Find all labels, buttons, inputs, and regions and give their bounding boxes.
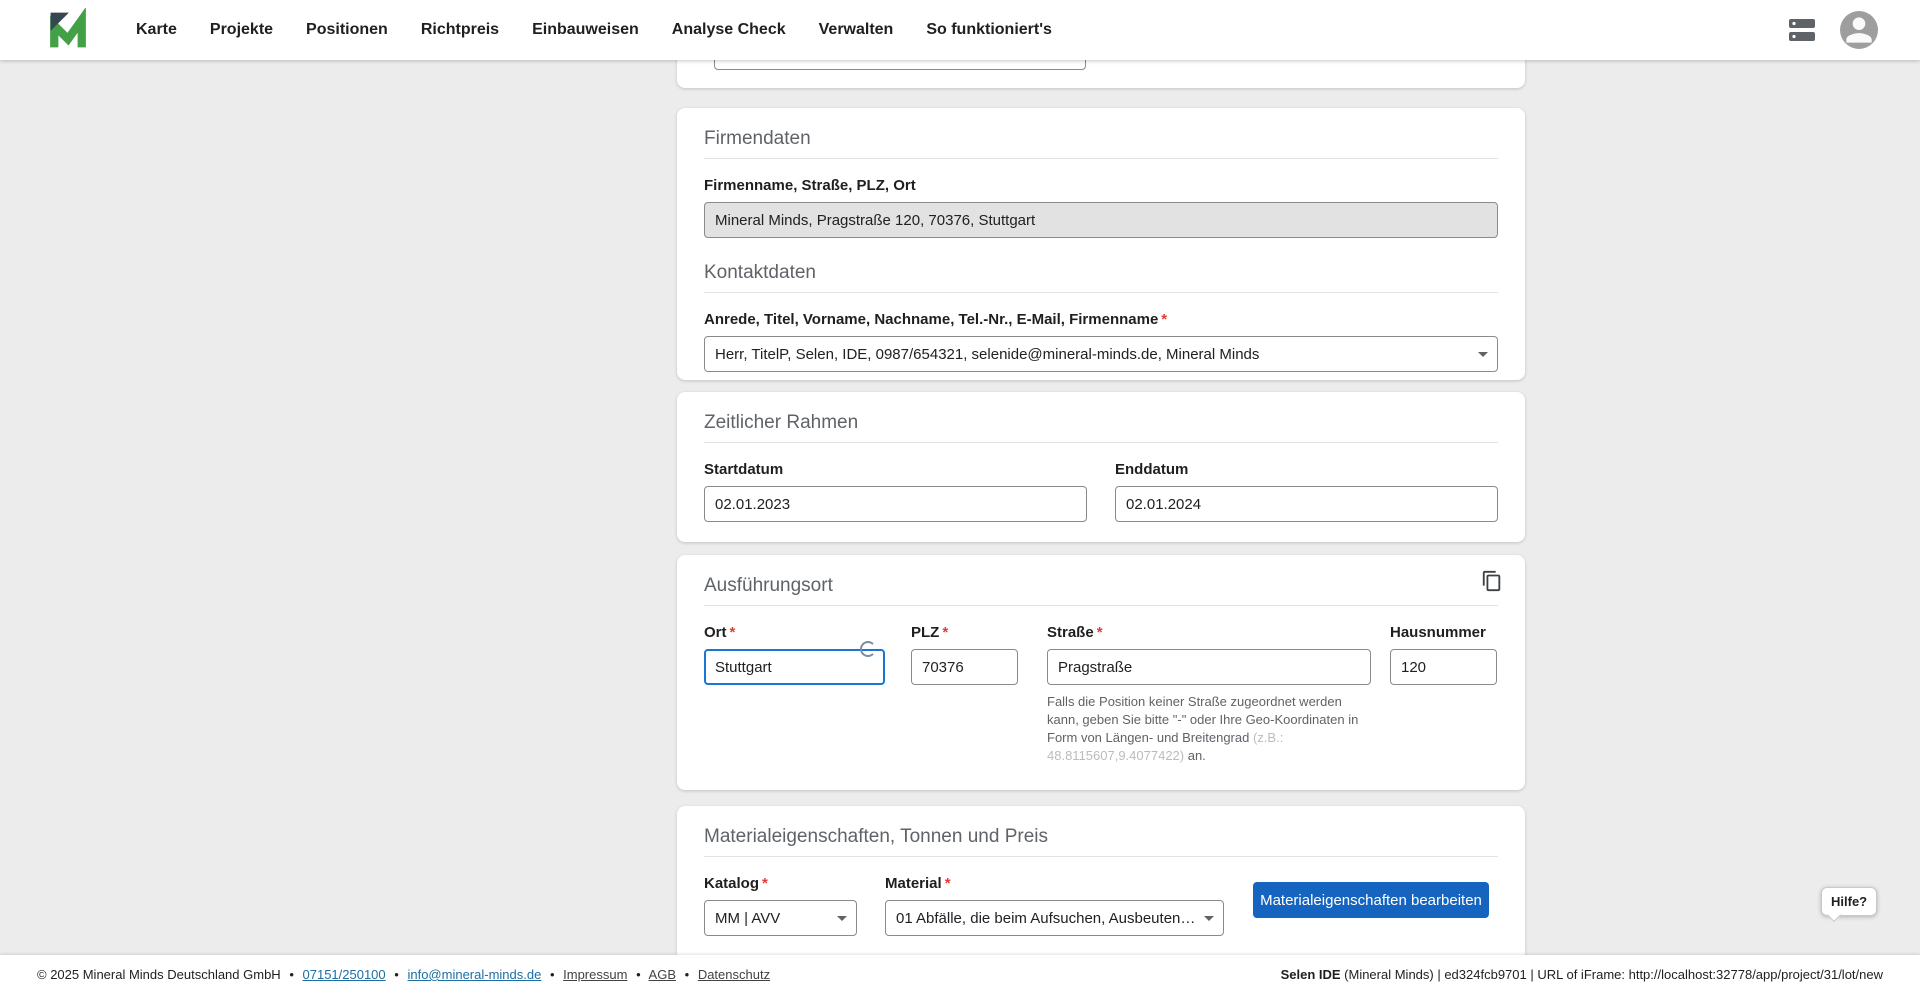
footer-debug-text: (Mineral Minds) | ed324fcb9701 | URL of … (1340, 967, 1883, 982)
startdatum-label: Startdatum (704, 461, 784, 478)
nav-item-analyse-check[interactable]: Analyse Check (672, 21, 786, 39)
ausfuehrungsort-title: Ausführungsort (704, 575, 833, 596)
material-select-value: 01 Abfälle, die beim Aufsuchen, Ausbeute… (896, 909, 1197, 927)
required-asterisk: * (942, 624, 949, 641)
copy-icon[interactable] (1479, 568, 1505, 594)
nav-item-verwalten[interactable]: Verwalten (819, 21, 894, 39)
kontaktdaten-title: Kontaktdaten (704, 262, 816, 283)
nav-right-icons (1788, 11, 1878, 49)
footer-agb-link[interactable]: AGB (649, 967, 676, 982)
user-avatar-icon[interactable] (1840, 11, 1878, 49)
required-asterisk: * (762, 875, 768, 892)
chevron-down-icon (1478, 352, 1488, 357)
contact-label: Anrede, Titel, Vorname, Nachname, Tel.-N… (704, 311, 1498, 329)
loading-spinner-icon (860, 641, 876, 657)
startdatum-input[interactable] (704, 486, 1087, 522)
strasse-input[interactable] (1047, 649, 1371, 685)
hausnummer-label: Hausnummer (1390, 624, 1486, 641)
footer-copyright: © 2025 Mineral Minds Deutschland GmbH (37, 967, 281, 982)
ort-label-text: Ort (704, 624, 727, 641)
material-title: Materialeigenschaften, Tonnen und Preis (704, 826, 1048, 847)
strasse-label: Straße * (1047, 624, 1371, 642)
footer-email-link[interactable]: info@mineral-minds.de (407, 967, 541, 982)
plz-input[interactable] (911, 649, 1018, 685)
firmendaten-title: Firmendaten (704, 128, 811, 149)
footer-debug-info: Selen IDE (Mineral Minds) | ed324fcb9701… (1281, 967, 1883, 982)
zeitraum-title: Zeitlicher Rahmen (704, 412, 859, 433)
startdatum-field: Startdatum (704, 443, 1087, 522)
footer-left: © 2025 Mineral Minds Deutschland GmbH • … (37, 967, 770, 982)
contact-select[interactable]: Herr, TitelP, Selen, IDE, 0987/654321, s… (704, 336, 1498, 372)
material-label: Material * (885, 875, 1224, 893)
required-asterisk: * (1161, 311, 1168, 328)
required-asterisk: * (1096, 624, 1103, 641)
contact-label-text: Anrede, Titel, Vorname, Nachname, Tel.-N… (704, 311, 1159, 328)
materialeigenschaften-bearbeiten-button[interactable]: Materialeigenschaften bearbeiten (1253, 882, 1489, 918)
footer-impressum-link[interactable]: Impressum (563, 967, 627, 982)
nav-item-einbauweisen[interactable]: Einbauweisen (532, 21, 639, 39)
strasse-field: Straße* Falls die Position keiner Straße… (1047, 606, 1371, 765)
firmendaten-card: Firmendaten Firmenname, Straße, PLZ, Ort… (677, 108, 1525, 380)
katalog-select[interactable]: MM | AVV (704, 900, 857, 936)
footer-datenschutz-link[interactable]: Datenschutz (698, 967, 770, 982)
ort-input[interactable] (704, 649, 885, 685)
enddatum-field: Enddatum (1115, 443, 1498, 522)
hilfe-label: Hilfe? (1831, 894, 1868, 909)
chevron-down-icon (1204, 916, 1214, 921)
server-icon[interactable] (1788, 19, 1816, 41)
katalog-field: Katalog * MM | AVV (704, 857, 857, 936)
enddatum-input[interactable] (1115, 486, 1498, 522)
footer-separator: • (636, 967, 641, 982)
material-card: Materialeigenschaften, Tonnen und Preis … (677, 806, 1525, 976)
logo-icon (50, 8, 86, 48)
company-label: Firmenname, Straße, PLZ, Ort (704, 177, 1498, 195)
main-nav: Karte Projekte Positionen Richtpreis Ein… (136, 21, 1052, 39)
katalog-label: Katalog * (704, 875, 857, 893)
material-label-text: Material (885, 875, 942, 892)
plz-field: PLZ * (911, 606, 1018, 765)
chevron-down-icon (837, 916, 847, 921)
strasse-helper-text: Falls die Position keiner Straße zugeord… (1047, 693, 1371, 765)
nav-item-so-funktionierts[interactable]: So funktioniert's (926, 21, 1052, 39)
zeitlicher-rahmen-card: Zeitlicher Rahmen Startdatum Enddatum (677, 392, 1525, 542)
footer-separator: • (684, 967, 690, 982)
ort-field: Ort * (704, 606, 885, 765)
footer-separator: • (394, 967, 399, 982)
plz-label-text: PLZ (911, 624, 940, 641)
hilfe-button[interactable]: Hilfe? (1821, 887, 1878, 916)
helper-main-text: Falls die Position keiner Straße zugeord… (1047, 694, 1359, 745)
company-label-text: Firmenname, Straße, PLZ, Ort (704, 177, 916, 194)
required-asterisk: * (729, 624, 736, 641)
nav-item-positionen[interactable]: Positionen (306, 21, 388, 39)
top-navigation-bar: Karte Projekte Positionen Richtpreis Ein… (0, 0, 1920, 60)
nav-item-karte[interactable]: Karte (136, 21, 177, 39)
footer-user-name: Selen IDE (1280, 967, 1341, 982)
katalog-select-value: MM | AVV (715, 909, 781, 927)
enddatum-label: Enddatum (1115, 461, 1189, 478)
hausnummer-input[interactable] (1390, 649, 1497, 685)
footer-bar: © 2025 Mineral Minds Deutschland GmbH • … (0, 955, 1920, 994)
ort-label: Ort * (704, 624, 885, 642)
helper-end-text: an. (1184, 748, 1206, 763)
material-select[interactable]: 01 Abfälle, die beim Aufsuchen, Ausbeute… (885, 900, 1224, 936)
contact-select-value: Herr, TitelP, Selen, IDE, 0987/654321, s… (715, 345, 1260, 363)
plz-label: PLZ * (911, 624, 1018, 642)
footer-separator: • (549, 967, 555, 982)
divider (704, 158, 1498, 159)
mineral-minds-logo[interactable] (46, 8, 90, 52)
strasse-label-text: Straße (1047, 624, 1094, 641)
material-field: Material * 01 Abfälle, die beim Aufsuchen… (885, 857, 1224, 936)
nav-item-richtpreis[interactable]: Richtpreis (421, 21, 499, 39)
divider (704, 292, 1498, 293)
footer-separator: • (289, 967, 294, 982)
footer-phone-link[interactable]: 07151/250100 (303, 967, 386, 982)
katalog-label-text: Katalog (704, 875, 760, 892)
hausnummer-field: Hausnummer (1390, 606, 1497, 765)
ausfuehrungsort-card: Ausführungsort Ort* PLZ* Straße* Fal (677, 555, 1525, 790)
company-readonly-input[interactable] (704, 202, 1498, 238)
required-asterisk: * (944, 875, 951, 892)
nav-item-projekte[interactable]: Projekte (210, 21, 273, 39)
